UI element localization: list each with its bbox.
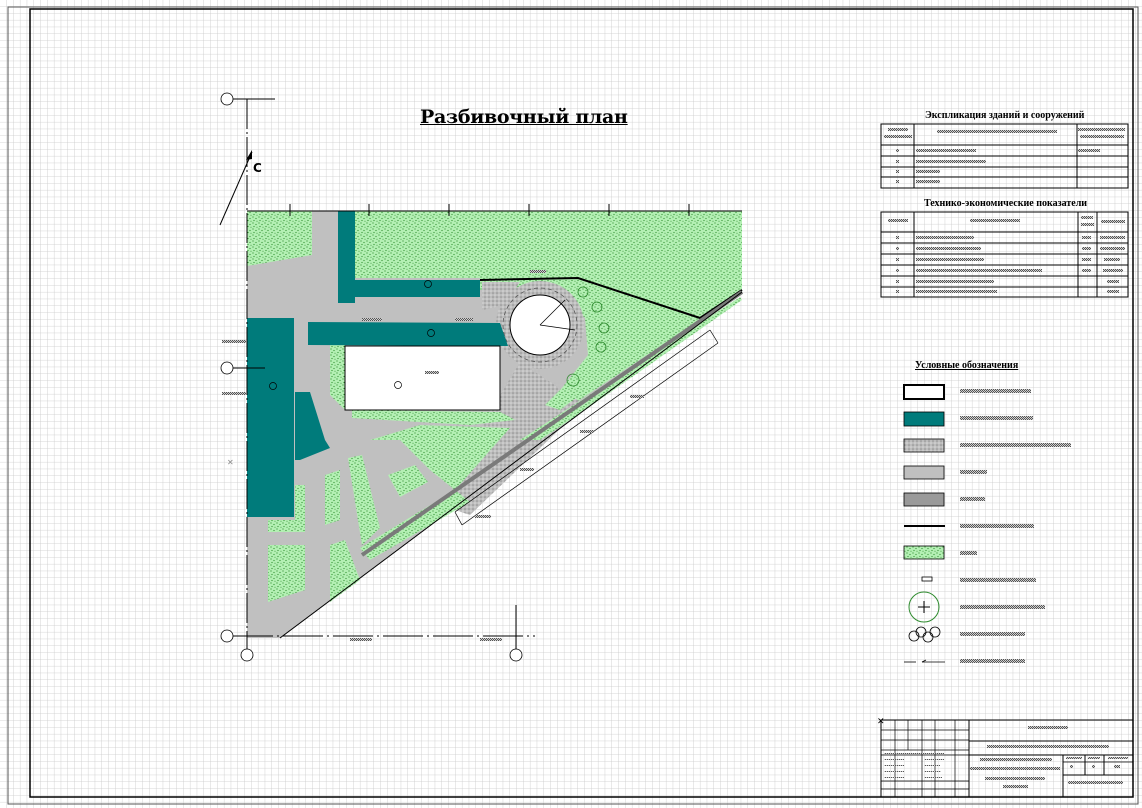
legend-symbol-gravel xyxy=(903,438,945,453)
building-3 xyxy=(247,318,294,517)
legend-symbol-lawn xyxy=(903,545,945,560)
legend-symbol-bench xyxy=(921,576,933,582)
north-label: С xyxy=(253,161,262,175)
planned-building xyxy=(344,345,501,411)
legend-symbol-light-paving xyxy=(903,465,945,480)
legend-symbol-building xyxy=(903,411,945,427)
explication-table-heading: Экспликация зданий и сооружений xyxy=(925,110,1085,121)
tep-table-heading: Технико-экономические показатели xyxy=(924,198,1088,209)
cross-mark-icon: ✕ xyxy=(877,717,885,727)
cross-mark-icon: ✕ xyxy=(227,458,234,467)
drawing-title: Разбивочный план xyxy=(420,106,628,128)
legend-symbol-outlined-rectangle xyxy=(903,384,945,400)
legend-heading: Условные обозначения xyxy=(915,360,1019,371)
drawing-sheet: ✕ ✕ Разбивочный план С Экспликация здани… xyxy=(0,0,1142,808)
building-2 xyxy=(308,322,508,346)
legend-symbol-dark-paving xyxy=(903,492,945,507)
lawn-area xyxy=(325,470,340,525)
